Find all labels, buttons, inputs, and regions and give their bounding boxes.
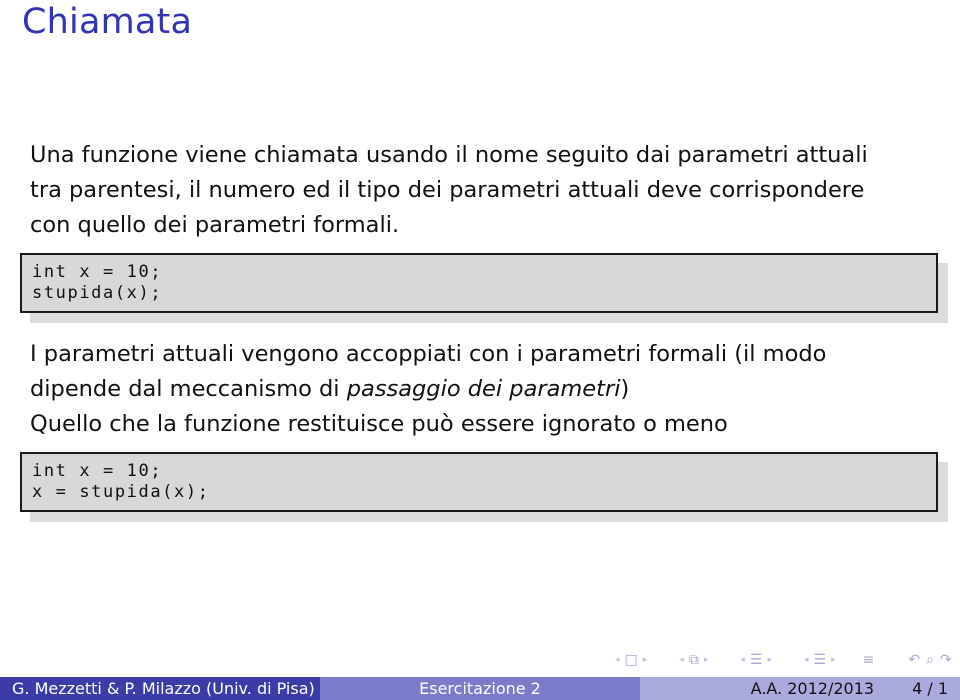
footer-title: Esercitazione 2 (320, 677, 640, 700)
text-line: Quello che la funzione restituisce può e… (30, 411, 728, 437)
nav-subsection-group: ◂ ⧉ ▸ (674, 652, 713, 668)
text-line: tra parentesi, il numero ed il tipo dei … (30, 177, 865, 203)
text-line: con quello dei parametri formali. (30, 212, 400, 238)
nav-frame-group: ◂ □ ▸ (610, 652, 652, 668)
text-line: dipende dal meccanismo di passaggio dei … (30, 372, 950, 407)
nav-document-group: ◂ ☰ ▸ (799, 652, 841, 668)
footer-bar: G. Mezzetti & P. Milazzo (Univ. di Pisa)… (0, 677, 960, 700)
next-subsection-icon[interactable]: ▸ (704, 655, 709, 665)
next-frame-icon[interactable]: ▸ (643, 655, 648, 665)
code-line: int x = 10; (32, 461, 163, 481)
document-icon[interactable]: ☰ (814, 652, 827, 668)
beamer-navigation-bar: ◂ □ ▸ ◂ ⧉ ▸ ◂ ☰ ▸ ◂ ☰ ▸ ≡ ↶ ⌕ ↷ (610, 650, 952, 670)
previous-section-icon[interactable]: ◂ (740, 655, 745, 665)
text-line: I parametri attuali vengono accoppiati c… (30, 341, 827, 367)
code-line: int x = 10; (32, 262, 163, 282)
intro-paragraph: Una funzione viene chiamata usando il no… (30, 138, 950, 243)
nav-appendix-group: ≡ (863, 652, 875, 668)
subsection-icon[interactable]: ⧉ (689, 652, 699, 668)
text-segment: ) (620, 376, 630, 402)
forward-icon[interactable]: ↷ (940, 652, 952, 668)
code-line: stupida(x); (32, 283, 163, 303)
nav-section-group: ◂ ☰ ▸ (735, 652, 777, 668)
previous-document-icon[interactable]: ◂ (804, 655, 809, 665)
nav-tools: ↶ ⌕ ↷ (908, 652, 951, 668)
footer-page-number: 4 / 1 (912, 679, 948, 698)
section-icon[interactable]: ☰ (750, 652, 763, 668)
next-document-icon[interactable]: ▸ (831, 655, 836, 665)
footer-date-page: A.A. 2012/2013 4 / 1 (640, 677, 960, 700)
text-line: Una funzione viene chiamata usando il no… (30, 142, 868, 168)
previous-subsection-icon[interactable]: ◂ (679, 655, 684, 665)
code-line: x = stupida(x); (32, 482, 210, 502)
next-section-icon[interactable]: ▸ (767, 655, 772, 665)
emphasized-term: passaggio dei parametri (346, 376, 621, 402)
back-icon[interactable]: ↶ (908, 652, 920, 668)
footer-author: G. Mezzetti & P. Milazzo (Univ. di Pisa) (0, 677, 320, 700)
code-block-call: int x = 10; stupida(x); (20, 253, 938, 313)
search-icon[interactable]: ⌕ (926, 652, 934, 668)
parameters-paragraph: I parametri attuali vengono accoppiati c… (30, 337, 950, 442)
code-block-assign: int x = 10; x = stupida(x); (20, 452, 938, 512)
previous-frame-icon[interactable]: ◂ (615, 655, 620, 665)
frame-icon[interactable]: □ (625, 652, 638, 668)
text-segment: dipende dal meccanismo di (30, 376, 347, 402)
appendix-icon[interactable]: ≡ (863, 652, 875, 668)
slide-title: Chiamata (22, 2, 193, 42)
footer-date: A.A. 2012/2013 (750, 679, 875, 698)
